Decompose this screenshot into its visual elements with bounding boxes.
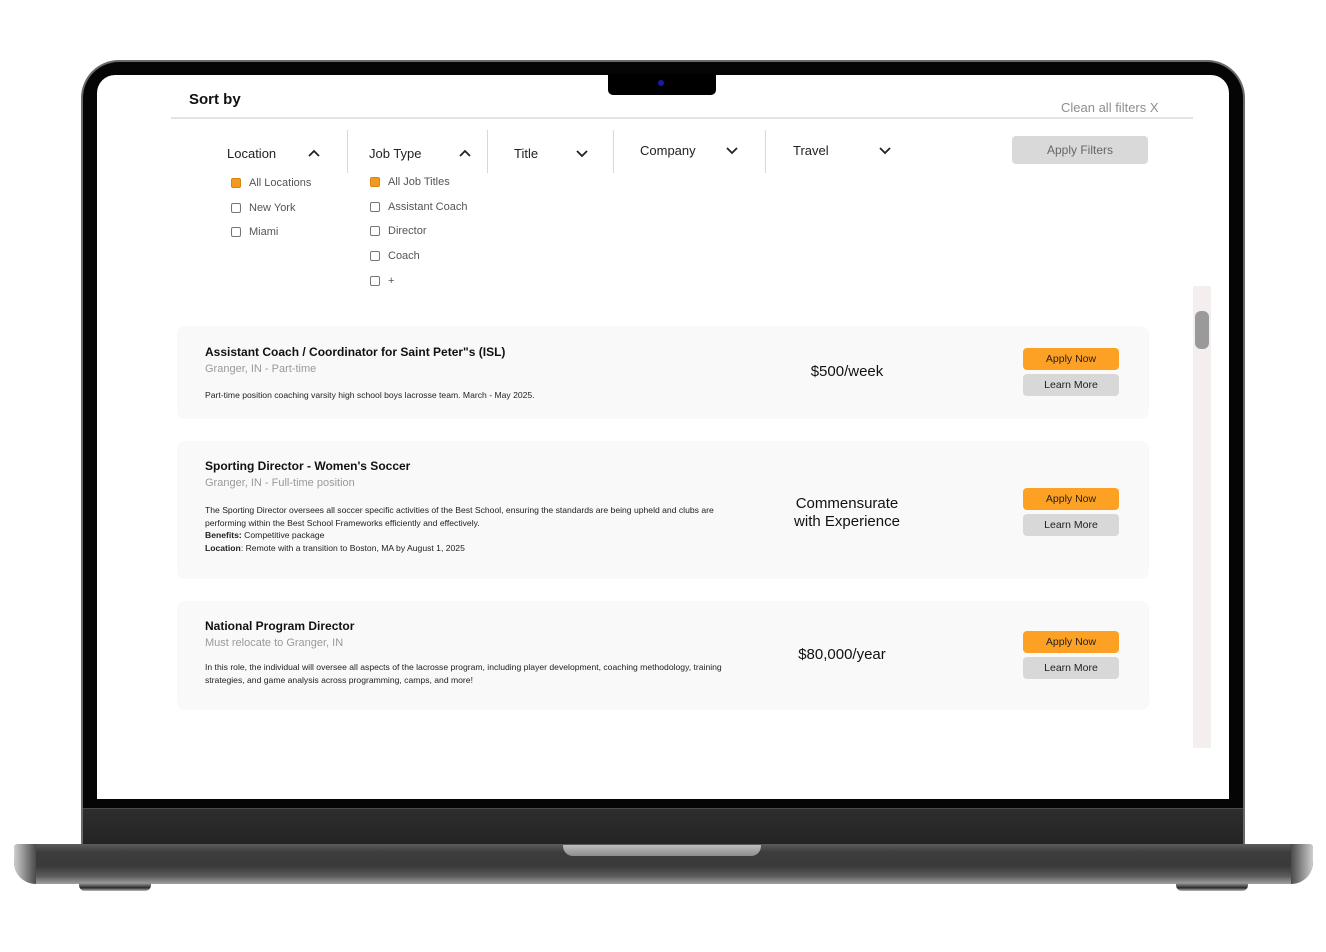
filter-location-toggle[interactable]: Location: [227, 143, 321, 163]
filter-divider: [613, 130, 614, 173]
job-description: In this role, the individual will overse…: [205, 662, 722, 685]
job-salary: Commensurate with Experience: [747, 495, 947, 531]
job-type-option-coach[interactable]: Coach: [370, 244, 467, 269]
checkbox[interactable]: [370, 251, 380, 262]
option-label: All Job Titles: [388, 176, 450, 189]
laptop-hinge-notch: [563, 845, 761, 856]
option-label: New York: [249, 201, 296, 214]
job-description: The Sporting Director oversees all socce…: [205, 504, 725, 554]
filter-company-label: Company: [640, 142, 696, 158]
location-value: : Remote with a transition to Boston, MA…: [240, 542, 465, 553]
filter-title-label: Title: [514, 145, 539, 161]
job-benefits: Benefits: Competitive package: [205, 529, 725, 542]
job-card: National Program Director Must relocate …: [177, 601, 1149, 710]
filter-job-type-toggle[interactable]: Job Type: [369, 143, 472, 163]
option-label: Coach: [388, 250, 420, 263]
job-card: Assistant Coach / Coordinator for Saint …: [177, 326, 1149, 419]
apply-now-button[interactable]: Apply Now: [1023, 631, 1119, 653]
job-card: Sporting Director - Women's Soccer Grang…: [177, 441, 1149, 579]
job-salary: $500/week: [810, 363, 884, 380]
benefits-label: Benefits:: [205, 530, 242, 541]
chevron-down-icon: [878, 143, 892, 157]
job-subtitle: Granger, IN - Part-time: [205, 363, 317, 375]
checkbox-checked[interactable]: [370, 177, 380, 188]
location-option-miami[interactable]: Miami: [231, 220, 311, 245]
job-subtitle: Must relocate to Granger, IN: [205, 637, 344, 649]
checkbox-checked[interactable]: [231, 178, 241, 189]
checkbox[interactable]: [370, 201, 380, 212]
job-type-option-more[interactable]: +: [370, 268, 467, 293]
job-type-option-all[interactable]: All Job Titles: [370, 170, 467, 195]
checkbox[interactable]: [231, 227, 241, 238]
apply-now-button[interactable]: Apply Now: [1023, 348, 1119, 370]
chevron-down-icon: [725, 143, 739, 157]
laptop-foot-right: [1176, 883, 1248, 891]
chevron-up-icon: [458, 146, 472, 160]
job-description-text: The Sporting Director oversees all socce…: [205, 505, 714, 528]
chevron-up-icon: [307, 146, 321, 160]
filter-job-type-label: Job Type: [369, 145, 422, 161]
job-type-options: All Job Titles Assistant Coach Director …: [370, 170, 467, 293]
filter-divider: [765, 130, 766, 173]
learn-more-button[interactable]: Learn More: [1023, 657, 1119, 679]
salary-line: Commensurate: [795, 495, 899, 512]
scrollbar-thumb[interactable]: [1195, 311, 1209, 349]
apply-now-button[interactable]: Apply Now: [1023, 488, 1119, 510]
job-description: Part-time position coaching varsity high…: [205, 390, 535, 400]
laptop-foot-left: [79, 883, 151, 891]
location-label: Location: [205, 542, 241, 553]
filter-company-toggle[interactable]: Company: [640, 140, 739, 160]
location-option-all[interactable]: All Locations: [231, 171, 311, 196]
job-title: Assistant Coach / Coordinator for Saint …: [205, 345, 506, 359]
learn-more-button[interactable]: Learn More: [1023, 374, 1119, 396]
learn-more-button[interactable]: Learn More: [1023, 514, 1119, 536]
job-salary: $80,000/year: [798, 646, 886, 663]
job-title: Sporting Director - Women's Soccer: [205, 459, 411, 473]
chevron-down-icon: [575, 146, 589, 160]
header-divider: [171, 117, 1193, 119]
option-label: All Locations: [249, 177, 312, 190]
checkbox[interactable]: [370, 275, 380, 286]
plus-icon: +: [388, 274, 395, 287]
clean-all-filters-link[interactable]: Clean all filters X: [1061, 100, 1159, 115]
checkbox[interactable]: [370, 226, 380, 237]
filter-divider: [487, 130, 488, 173]
option-label: Assistant Coach: [388, 200, 468, 213]
filter-travel-toggle[interactable]: Travel: [793, 140, 892, 160]
benefits-value: Competitive package: [241, 530, 325, 541]
filter-divider: [347, 130, 348, 173]
apply-filters-button[interactable]: Apply Filters: [1012, 136, 1148, 164]
salary-line: with Experience: [794, 513, 900, 530]
location-option-new-york[interactable]: New York: [231, 196, 311, 221]
job-type-option-assistant-coach[interactable]: Assistant Coach: [370, 195, 467, 220]
checkbox[interactable]: [231, 202, 241, 213]
location-options: All Locations New York Miami: [231, 171, 311, 245]
filter-location-label: Location: [227, 145, 277, 161]
sort-by-heading: Sort by: [189, 91, 241, 108]
scrollbar-track[interactable]: [1193, 286, 1211, 748]
option-label: Director: [388, 225, 427, 238]
filter-travel-label: Travel: [793, 142, 829, 158]
job-location: Location: Remote with a transition to Bo…: [205, 542, 725, 555]
job-type-option-director[interactable]: Director: [370, 219, 467, 244]
laptop-screen: Sort by Clean all filters X Location Job…: [97, 75, 1229, 799]
job-subtitle: Granger, IN - Full-time position: [205, 477, 355, 489]
option-label: Miami: [249, 226, 279, 239]
laptop-chin: [83, 808, 1243, 845]
job-title: National Program Director: [205, 619, 355, 633]
camera-icon: [658, 80, 664, 86]
filter-title-toggle[interactable]: Title: [514, 143, 589, 163]
